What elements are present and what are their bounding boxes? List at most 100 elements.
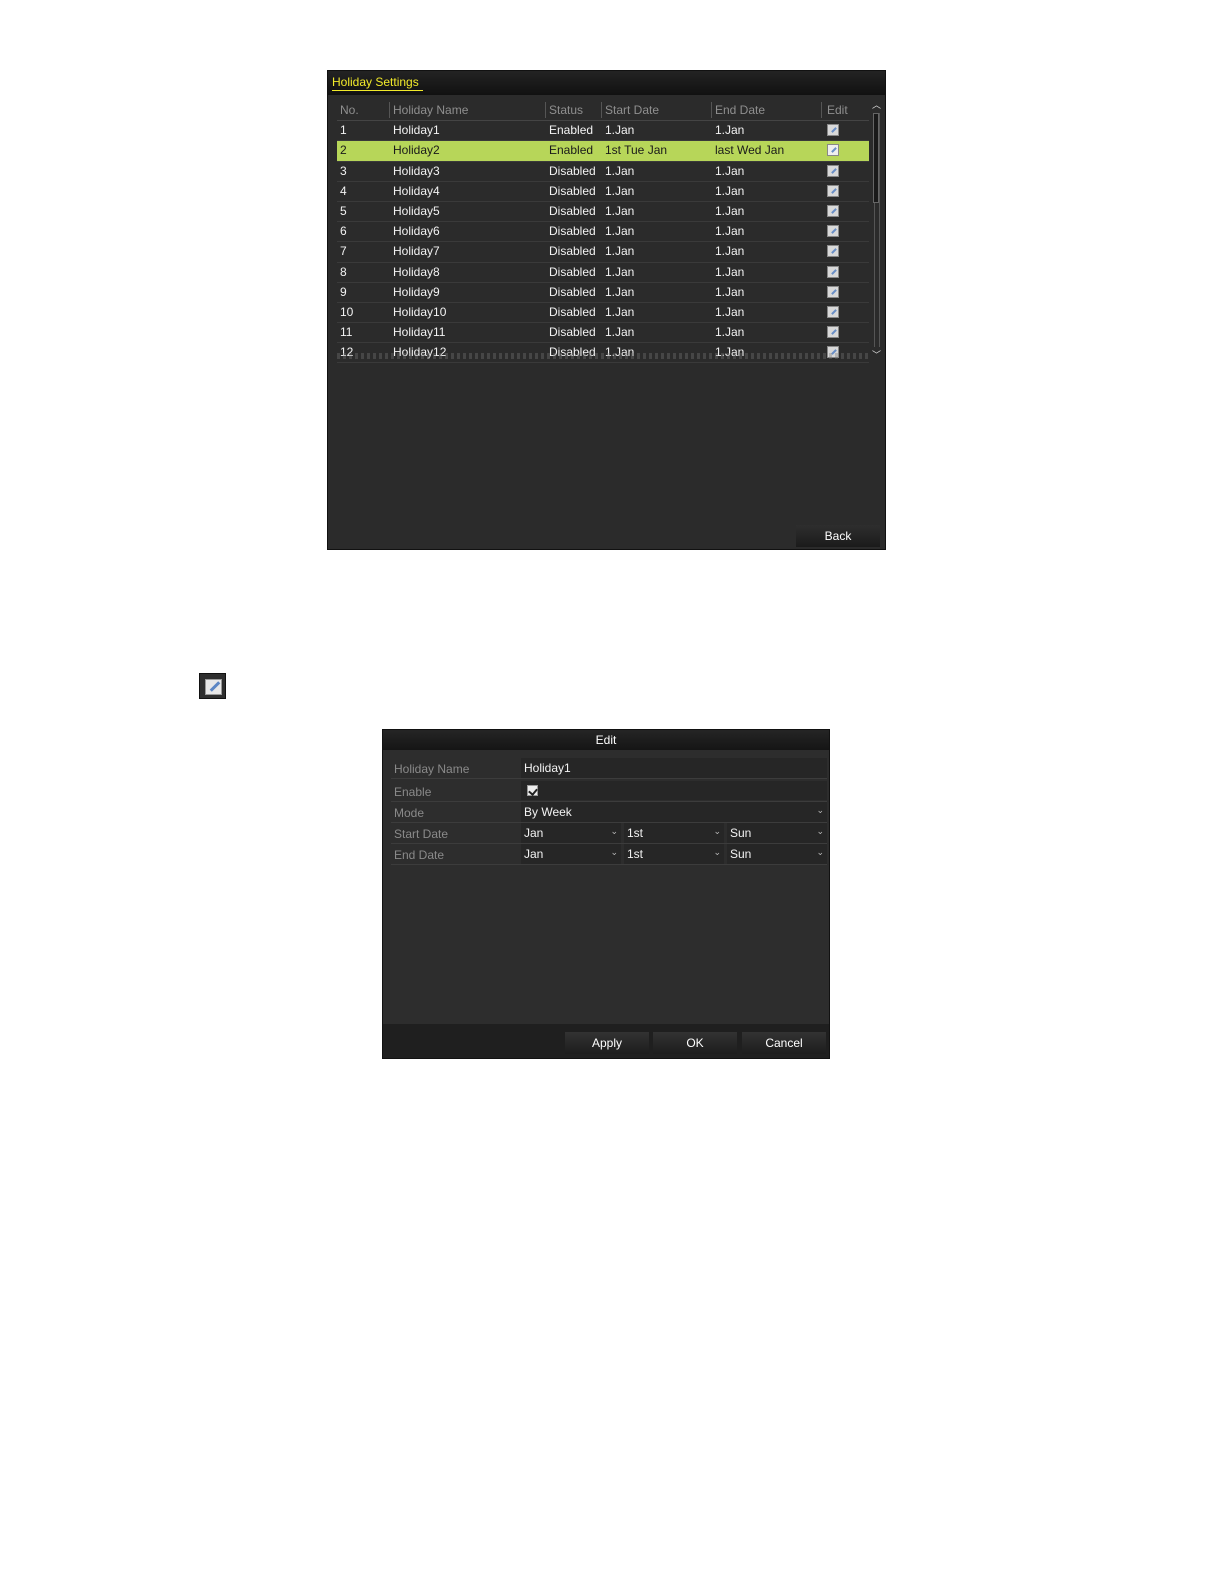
start-month-select[interactable]: Jan ⌄	[521, 823, 621, 843]
scroll-down-arrow-icon[interactable]: ﹀	[872, 351, 881, 360]
cell-end-date: 1.Jan	[715, 123, 745, 138]
cell-status: Disabled	[549, 304, 596, 319]
enable-field	[521, 781, 827, 800]
edit-cell[interactable]	[827, 143, 839, 158]
table-row[interactable]: 9 Holiday9 Disabled 1.Jan 1.Jan	[337, 283, 869, 303]
ok-button[interactable]: OK	[653, 1032, 737, 1054]
table-row[interactable]: 3 Holiday3 Disabled 1.Jan 1.Jan	[337, 162, 869, 182]
table-row[interactable]: 8 Holiday8 Disabled 1.Jan 1.Jan	[337, 263, 869, 283]
table-row[interactable]: 7 Holiday7 Disabled 1.Jan 1.Jan	[337, 242, 869, 263]
edit-cell[interactable]	[827, 285, 839, 300]
cell-status: Enabled	[549, 123, 594, 138]
panel-title: Holiday Settings	[332, 75, 423, 91]
cell-end-date: 1.Jan	[715, 203, 745, 218]
start-day-value: Sun	[730, 826, 752, 840]
cell-end-date: 1.Jan	[715, 183, 745, 198]
edit-icon[interactable]	[827, 265, 839, 278]
back-button[interactable]: Back	[796, 525, 880, 547]
start-week-value: 1st	[627, 826, 644, 840]
enable-checkbox[interactable]	[527, 785, 538, 796]
mode-row: Mode By Week ⌄	[391, 802, 827, 823]
mode-value: By Week	[524, 805, 572, 819]
edit-icon[interactable]	[827, 305, 839, 318]
end-date-label: End Date	[394, 848, 445, 862]
start-date-row: Start Date Jan ⌄ 1st ⌄ Sun ⌄	[391, 823, 827, 844]
table-body: 1 Holiday1 Enabled 1.Jan 1.Jan 2 Holiday2 Enabl…	[337, 121, 869, 364]
cell-status: Disabled	[549, 325, 596, 340]
edit-cell[interactable]	[827, 204, 839, 219]
edit-icon[interactable]	[827, 144, 839, 157]
edit-cell[interactable]	[827, 164, 839, 179]
edit-icon[interactable]	[827, 164, 839, 177]
vertical-scrollbar[interactable]: ︿ ﹀	[872, 101, 881, 360]
cell-status: Enabled	[549, 143, 594, 158]
table-row[interactable]: 1 Holiday1 Enabled 1.Jan 1.Jan	[337, 121, 869, 142]
edit-icon[interactable]	[827, 326, 839, 339]
cell-no: 8	[340, 264, 347, 279]
column-header-status: Status	[549, 103, 584, 117]
table-header: No. Holiday Name Status Start Date End D…	[337, 101, 869, 122]
scroll-thumb[interactable]	[873, 113, 879, 203]
end-day-select[interactable]: Sun ⌄	[727, 844, 827, 864]
chevron-down-icon: ⌄	[816, 847, 824, 857]
edit-cell[interactable]	[827, 224, 839, 239]
edit-icon[interactable]	[827, 124, 839, 137]
cell-end-date: 1.Jan	[715, 163, 745, 178]
cell-end-date: 1.Jan	[715, 325, 745, 340]
start-day-select[interactable]: Sun ⌄	[727, 823, 827, 843]
cell-holiday-name: Holiday2	[393, 143, 440, 158]
cell-no: 7	[340, 244, 347, 259]
edit-icon[interactable]	[827, 204, 839, 217]
mode-select[interactable]: By Week ⌄	[521, 802, 827, 822]
scroll-up-arrow-icon[interactable]: ︿	[872, 101, 881, 110]
cell-end-date: 1.Jan	[715, 224, 745, 239]
start-month-value: Jan	[524, 826, 544, 840]
edit-cell[interactable]	[827, 184, 839, 199]
edit-cell[interactable]	[827, 325, 839, 340]
cell-holiday-name: Holiday5	[393, 203, 440, 218]
edit-cell[interactable]	[827, 123, 839, 138]
cell-end-date: 1.Jan	[715, 264, 745, 279]
holiday-name-input[interactable]: Holiday1	[521, 758, 827, 778]
cell-no: 9	[340, 284, 347, 299]
holiday-settings-panel: Holiday Settings No. Holiday Name Status…	[327, 70, 886, 550]
edit-icon[interactable]	[827, 245, 839, 258]
mode-label: Mode	[394, 806, 425, 820]
cell-holiday-name: Holiday1	[393, 123, 440, 138]
cancel-button[interactable]: Cancel	[742, 1032, 826, 1054]
edit-icon[interactable]	[827, 225, 839, 238]
chevron-down-icon: ⌄	[713, 847, 721, 857]
cell-status: Disabled	[549, 203, 596, 218]
holiday-name-value: Holiday1	[524, 761, 571, 775]
edit-icon[interactable]	[827, 285, 839, 298]
cell-start-date: 1.Jan	[605, 325, 635, 340]
start-week-select[interactable]: 1st ⌄	[624, 823, 724, 843]
column-header-end-date: End Date	[715, 103, 766, 117]
edit-cell[interactable]	[827, 265, 839, 280]
dialog-title: Edit	[383, 730, 829, 750]
cell-holiday-name: Holiday9	[393, 284, 440, 299]
table-row[interactable]: 6 Holiday6 Disabled 1.Jan 1.Jan	[337, 222, 869, 243]
end-week-value: 1st	[627, 847, 644, 861]
end-month-value: Jan	[524, 847, 544, 861]
table-row[interactable]: 2 Holiday2 Enabled 1st Tue Jan last Wed Jan	[337, 141, 869, 162]
holiday-name-label: Holiday Name	[394, 762, 470, 776]
edit-dialog: Edit Holiday Name Holiday1 Enable Mode B…	[382, 729, 830, 1059]
edit-icon[interactable]	[827, 184, 839, 197]
table-row[interactable]: 11 Holiday11 Disabled 1.Jan 1.Jan	[337, 323, 869, 344]
cell-holiday-name: Holiday10	[393, 304, 447, 319]
end-week-select[interactable]: 1st ⌄	[624, 844, 724, 864]
cell-no: 10	[340, 304, 354, 319]
edit-cell[interactable]	[827, 305, 839, 320]
edit-cell[interactable]	[827, 244, 839, 259]
table-row[interactable]: 5 Holiday5 Disabled 1.Jan 1.Jan	[337, 202, 869, 223]
table-row[interactable]: 10 Holiday10 Disabled 1.Jan 1.Jan	[337, 303, 869, 324]
end-month-select[interactable]: Jan ⌄	[521, 844, 621, 864]
apply-button[interactable]: Apply	[565, 1032, 649, 1054]
cell-start-date: 1.Jan	[605, 304, 635, 319]
table-row-partial	[337, 353, 869, 359]
cell-holiday-name: Holiday4	[393, 183, 440, 198]
chevron-down-icon: ⌄	[816, 826, 824, 836]
table-row[interactable]: 4 Holiday4 Disabled 1.Jan 1.Jan	[337, 182, 869, 202]
column-header-start-date: Start Date	[605, 103, 660, 117]
